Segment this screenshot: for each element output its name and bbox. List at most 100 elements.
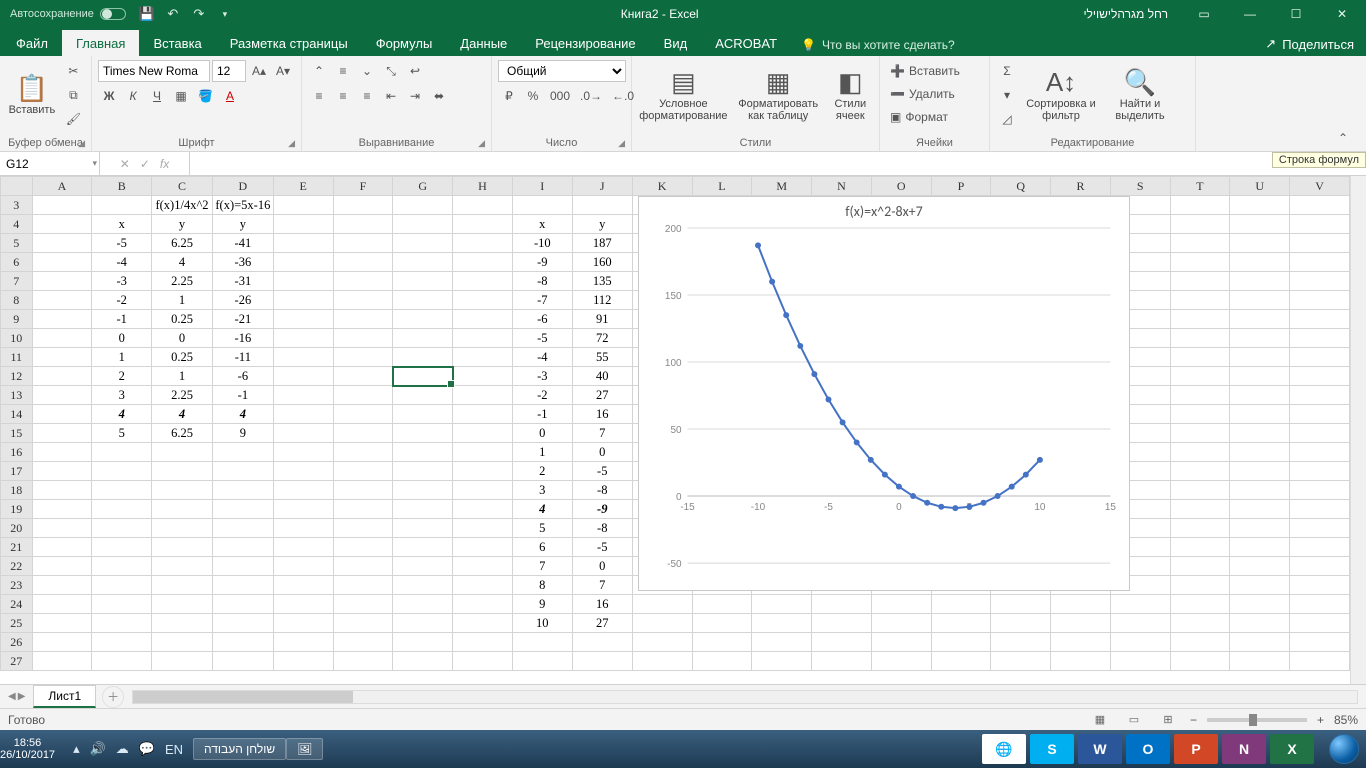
cell-T20[interactable] [1170, 519, 1230, 538]
cell-E22[interactable] [273, 557, 333, 576]
launcher-icon[interactable]: ◢ [478, 138, 485, 149]
cell-M25[interactable] [752, 614, 812, 633]
cell-S27[interactable] [1110, 652, 1170, 671]
cell-A17[interactable] [32, 462, 92, 481]
cell-U18[interactable] [1230, 481, 1290, 500]
cell-G4[interactable] [393, 215, 453, 234]
cell-A25[interactable] [32, 614, 92, 633]
prev-sheet-icon[interactable]: ◀ [8, 691, 16, 702]
cell-D6[interactable]: -36 [212, 253, 273, 272]
cell-J23[interactable]: 7 [572, 576, 632, 595]
col-header-F[interactable]: F [333, 177, 393, 196]
underline-button[interactable]: Ч [146, 85, 168, 107]
cell-H19[interactable] [453, 500, 513, 519]
cell-B22[interactable] [92, 557, 152, 576]
fx-icon[interactable]: fx [160, 157, 169, 171]
cell-G5[interactable] [393, 234, 453, 253]
cell-J4[interactable]: y [572, 215, 632, 234]
cell-I10[interactable]: -5 [512, 329, 572, 348]
tray-expand-icon[interactable]: ▴ [73, 741, 80, 757]
cell-I8[interactable]: -7 [512, 291, 572, 310]
normal-view-icon[interactable]: ▦ [1088, 711, 1112, 729]
tab-главная[interactable]: Главная [62, 30, 139, 56]
cell-J8[interactable]: 112 [572, 291, 632, 310]
row-header-23[interactable]: 23 [1, 576, 33, 595]
cell-A18[interactable] [32, 481, 92, 500]
cell-C21[interactable] [152, 538, 213, 557]
taskbar-clock[interactable]: 18:56 26/10/2017 [0, 737, 63, 761]
cell-D7[interactable]: -31 [212, 272, 273, 291]
sheet[interactable]: ABCDEFGHIJKLMNOPQRSTUV3f(x)1/4x^2f(x)=5x… [0, 176, 1350, 684]
zoom-out-icon[interactable]: − [1190, 713, 1197, 727]
cell-P26[interactable] [931, 633, 991, 652]
cell-K27[interactable] [632, 652, 692, 671]
cell-H3[interactable] [453, 196, 513, 215]
taskbar-app[interactable]: O [1126, 734, 1170, 764]
cell-F23[interactable] [333, 576, 393, 595]
cell-D22[interactable] [212, 557, 273, 576]
cell-T27[interactable] [1170, 652, 1230, 671]
cell-F13[interactable] [333, 386, 393, 405]
cell-G9[interactable] [393, 310, 453, 329]
cell-B3[interactable] [92, 196, 152, 215]
new-sheet-button[interactable]: ＋ [102, 686, 124, 708]
cell-H26[interactable] [453, 633, 513, 652]
cancel-formula-icon[interactable]: ✕ [120, 157, 130, 171]
cell-F17[interactable] [333, 462, 393, 481]
row-header-11[interactable]: 11 [1, 348, 33, 367]
wrap-text-icon[interactable]: ↩ [404, 60, 426, 82]
cell-B17[interactable] [92, 462, 152, 481]
cell-S24[interactable] [1110, 595, 1170, 614]
col-header-O[interactable]: O [871, 177, 931, 196]
cell-I21[interactable]: 6 [512, 538, 572, 557]
cell-B8[interactable]: -2 [92, 291, 152, 310]
cell-F7[interactable] [333, 272, 393, 291]
cell-I16[interactable]: 1 [512, 443, 572, 462]
cell-D25[interactable] [212, 614, 273, 633]
row-header-14[interactable]: 14 [1, 405, 33, 424]
borders-icon[interactable]: ▦ [170, 85, 192, 107]
cell-G15[interactable] [393, 424, 453, 443]
cell-T8[interactable] [1170, 291, 1230, 310]
cell-J15[interactable]: 7 [572, 424, 632, 443]
cell-D20[interactable] [212, 519, 273, 538]
cell-S25[interactable] [1110, 614, 1170, 633]
cell-B11[interactable]: 1 [92, 348, 152, 367]
cell-U8[interactable] [1230, 291, 1290, 310]
cell-G12[interactable] [393, 367, 453, 386]
cell-A26[interactable] [32, 633, 92, 652]
cell-R26[interactable] [1051, 633, 1111, 652]
cell-U19[interactable] [1230, 500, 1290, 519]
cell-T4[interactable] [1170, 215, 1230, 234]
bold-button[interactable]: Ж [98, 85, 120, 107]
qat-customize-icon[interactable]: ▾ [214, 3, 236, 25]
cell-D14[interactable]: 4 [212, 405, 273, 424]
cell-T10[interactable] [1170, 329, 1230, 348]
cell-A19[interactable] [32, 500, 92, 519]
taskbar-app[interactable]: S [1030, 734, 1074, 764]
cell-H20[interactable] [453, 519, 513, 538]
cell-G26[interactable] [393, 633, 453, 652]
next-sheet-icon[interactable]: ▶ [18, 691, 26, 702]
cell-V17[interactable] [1290, 462, 1350, 481]
col-header-M[interactable]: M [752, 177, 812, 196]
cell-F20[interactable] [333, 519, 393, 538]
cell-G25[interactable] [393, 614, 453, 633]
cell-J25[interactable]: 27 [572, 614, 632, 633]
autosum-icon[interactable]: Σ [996, 60, 1018, 82]
cell-E17[interactable] [273, 462, 333, 481]
cell-H14[interactable] [453, 405, 513, 424]
cell-N24[interactable] [812, 595, 872, 614]
cell-H16[interactable] [453, 443, 513, 462]
taskbar-app[interactable]: X [1270, 734, 1314, 764]
cell-D19[interactable] [212, 500, 273, 519]
cell-U3[interactable] [1230, 196, 1290, 215]
cell-V11[interactable] [1290, 348, 1350, 367]
row-header-9[interactable]: 9 [1, 310, 33, 329]
cell-D15[interactable]: 9 [212, 424, 273, 443]
row-header-27[interactable]: 27 [1, 652, 33, 671]
cell-E4[interactable] [273, 215, 333, 234]
name-box[interactable]: G12▾ [0, 152, 100, 175]
cell-T25[interactable] [1170, 614, 1230, 633]
cell-R24[interactable] [1051, 595, 1111, 614]
